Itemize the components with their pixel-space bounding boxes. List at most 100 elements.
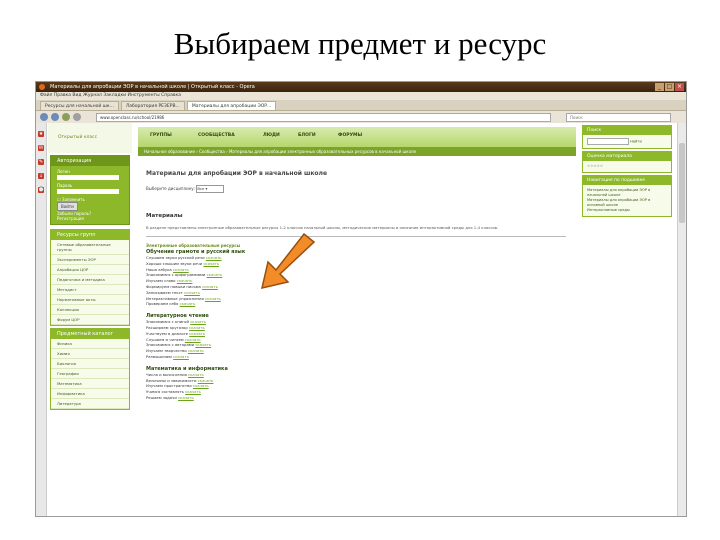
- address-input[interactable]: www.openclass.ru/school/21986: [96, 113, 551, 122]
- download-link[interactable]: скачать: [185, 337, 201, 342]
- history-icon[interactable]: ⌚: [38, 187, 44, 193]
- select-value: Все: [197, 186, 205, 191]
- download-link[interactable]: скачать: [178, 395, 194, 400]
- rating-stars[interactable]: ☆☆☆☆☆: [583, 161, 671, 172]
- browser-logo-icon: [39, 84, 45, 90]
- main-content: ГРУППЫ СООБЩЕСТВА ЛЮДИ БЛОГИ ФОРУМЫ Нача…: [138, 123, 576, 516]
- list-item: Размышляем скачать: [146, 353, 189, 359]
- home-icon[interactable]: [73, 113, 81, 121]
- subject-item[interactable]: Литература: [51, 399, 129, 409]
- maximize-icon[interactable]: □: [665, 83, 674, 91]
- breadcrumb[interactable]: Начальное образование › Сообщества › Мат…: [138, 147, 576, 156]
- download-link[interactable]: скачать: [195, 342, 211, 347]
- nav-forums[interactable]: ФОРУМЫ: [338, 133, 362, 138]
- groups-title: Ресурсы групп: [51, 230, 129, 240]
- download-link[interactable]: скачать: [185, 389, 201, 394]
- top-navigation: ГРУППЫ СООБЩЕСТВА ЛЮДИ БЛОГИ ФОРУМЫ: [138, 127, 576, 147]
- nav-box: Навигация по подшивке Материалы для апро…: [582, 175, 672, 217]
- list-item: Проверяем себя скачать: [146, 301, 196, 307]
- download-link[interactable]: скачать: [206, 255, 222, 260]
- groups-item[interactable]: Апробация ЦОР: [51, 265, 129, 275]
- login-field[interactable]: [57, 175, 119, 180]
- orange-pointer-arrow-icon: [260, 232, 316, 290]
- forward-icon[interactable]: [51, 113, 59, 121]
- download-link[interactable]: скачать: [173, 267, 189, 272]
- download-link[interactable]: скачать: [177, 278, 193, 283]
- tab-bar: Ресурсы для начальной шк... Лаборатория …: [36, 100, 686, 111]
- download-link[interactable]: скачать: [207, 272, 223, 277]
- section-reading: Литературное чтение Знакомимся с книгой …: [146, 313, 576, 360]
- download-link[interactable]: скачать: [190, 319, 206, 324]
- register-link[interactable]: Регистрация: [57, 216, 123, 221]
- materials-title: Материалы: [146, 213, 183, 219]
- opera-panel: ★ ✉ ✎ ↓ ⌚: [36, 123, 47, 516]
- notes-icon[interactable]: ✎: [38, 159, 44, 165]
- download-link[interactable]: скачать: [188, 372, 204, 377]
- download-link[interactable]: скачать: [184, 290, 200, 295]
- subject-box: Предметный каталог Физика Химия Биология…: [50, 328, 130, 410]
- subject-item[interactable]: География: [51, 369, 129, 379]
- download-link[interactable]: скачать: [203, 261, 219, 266]
- nav-blogs[interactable]: БЛОГИ: [298, 133, 316, 138]
- groups-item[interactable]: Форум ЦОР: [51, 315, 129, 325]
- groups-item[interactable]: Коллекции: [51, 305, 129, 315]
- list-item: Решаем задачи скачать: [146, 394, 194, 400]
- subject-item[interactable]: Биология: [51, 359, 129, 369]
- auth-title: Авторизация: [51, 156, 129, 166]
- nav-people[interactable]: ЛЮДИ: [263, 133, 280, 138]
- site-logo[interactable]: Открытый класс: [48, 123, 132, 153]
- subject-item[interactable]: Химия: [51, 349, 129, 359]
- section-russian: Электронные образовательные ресурсы Обуч…: [146, 243, 576, 307]
- subject-item[interactable]: Физика: [51, 339, 129, 349]
- bookmarks-icon[interactable]: ★: [38, 131, 44, 137]
- scrollbar-thumb[interactable]: [679, 143, 685, 223]
- page-title: Материалы для апробации ЭОР в начальной …: [146, 170, 328, 177]
- divider: [146, 236, 566, 237]
- mail-icon[interactable]: ✉: [38, 145, 44, 151]
- downloads-icon[interactable]: ↓: [38, 173, 44, 179]
- tab-3[interactable]: Материалы для апробации ЭОР...: [186, 101, 277, 110]
- nav-title: Навигация по подшивке: [583, 176, 671, 185]
- discipline-select[interactable]: Все ▾: [196, 185, 225, 193]
- download-link[interactable]: скачать: [205, 296, 221, 301]
- nav-item[interactable]: Материалы для апробации ЭОР в начальной …: [587, 188, 667, 198]
- scrollbar[interactable]: [677, 123, 686, 516]
- download-link[interactable]: скачать: [189, 325, 205, 330]
- search-button[interactable]: Найти: [630, 140, 642, 144]
- window-titlebar: Материалы для апробации ЭОР в начальной …: [36, 82, 686, 92]
- password-field[interactable]: [57, 189, 119, 194]
- groups-item[interactable]: Сетевые образовательные группы: [51, 240, 129, 255]
- groups-box: Ресурсы групп Сетевые образовательные гр…: [50, 229, 130, 326]
- login-button[interactable]: Войти: [57, 202, 78, 211]
- subject-item[interactable]: Математика: [51, 379, 129, 389]
- download-link[interactable]: скачать: [202, 284, 218, 289]
- nav-communities[interactable]: СООБЩЕСТВА: [198, 133, 235, 138]
- site-search-input[interactable]: [587, 138, 629, 145]
- login-label: Логин: [57, 169, 70, 174]
- nav-item[interactable]: Материалы для апробации ЭОР в основной ш…: [587, 198, 667, 208]
- tab-2[interactable]: Лаборатория РЕЗЕРВ...: [120, 101, 185, 110]
- groups-item[interactable]: Эксперименты ЭОР: [51, 255, 129, 265]
- minimize-icon[interactable]: _: [655, 83, 664, 91]
- download-link[interactable]: скачать: [193, 383, 209, 388]
- close-icon[interactable]: ×: [675, 83, 684, 91]
- download-link[interactable]: скачать: [173, 354, 189, 359]
- window-title: Материалы для апробации ЭОР в начальной …: [50, 84, 255, 90]
- groups-item[interactable]: Методист: [51, 285, 129, 295]
- nav-item[interactable]: Интерактивные среды: [587, 208, 667, 213]
- menu-bar[interactable]: Файл Правка Вид Журнал Закладки Инструме…: [36, 92, 686, 100]
- reload-icon[interactable]: [62, 113, 70, 121]
- download-link[interactable]: скачать: [188, 348, 204, 353]
- download-link[interactable]: скачать: [180, 301, 196, 306]
- browser-search-input[interactable]: Поиск: [566, 113, 671, 122]
- back-icon[interactable]: [40, 113, 48, 121]
- auth-box: Авторизация Логин Пароль ☐ Запомнить Вой…: [50, 155, 130, 225]
- download-link[interactable]: скачать: [189, 331, 205, 336]
- groups-item[interactable]: Педагогика и методика: [51, 275, 129, 285]
- nav-groups[interactable]: ГРУППЫ: [150, 133, 172, 138]
- web-page: Открытый класс Авторизация Логин Пароль …: [48, 123, 676, 516]
- groups-item[interactable]: Нормативные акты: [51, 295, 129, 305]
- download-link[interactable]: скачать: [198, 378, 214, 383]
- tab-1[interactable]: Ресурсы для начальной шк...: [40, 101, 119, 110]
- subject-item[interactable]: Информатика: [51, 389, 129, 399]
